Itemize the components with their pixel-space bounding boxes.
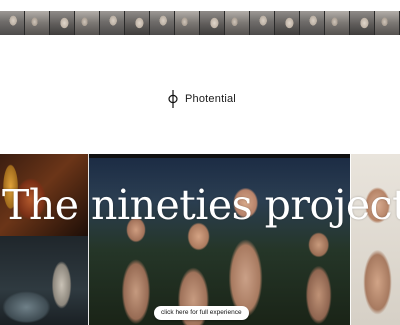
- filmstrip-thumbnail: [150, 11, 175, 35]
- filmstrip-thumbnail: [300, 11, 325, 35]
- collage-divider: [88, 154, 89, 325]
- filmstrip-thumbnail: [225, 11, 250, 35]
- collage-divider: [350, 154, 351, 325]
- phi-icon: [168, 90, 178, 108]
- page: Photential The nineties project click he…: [0, 0, 400, 325]
- filmstrip-thumbnail: [325, 11, 350, 35]
- filmstrip-thumbnail: [100, 11, 125, 35]
- filmstrip-thumbnail: [375, 11, 400, 35]
- filmstrip-thumbnail: [25, 11, 50, 35]
- hero-headline: The nineties project: [2, 181, 400, 229]
- thumbnail-filmstrip: [0, 11, 400, 35]
- filmstrip-thumbnail: [0, 11, 25, 35]
- filmstrip-thumbnail: [75, 11, 100, 35]
- photo-collage: [0, 154, 400, 325]
- filmstrip-thumbnail: [200, 11, 225, 35]
- brand-name: Photential: [185, 93, 236, 105]
- brand-logo[interactable]: Photential: [167, 90, 236, 108]
- filmstrip-thumbnail: [350, 11, 375, 35]
- filmstrip-thumbnail: [275, 11, 300, 35]
- photo-portrait-right: [350, 154, 400, 325]
- photo-dancers: [0, 236, 88, 325]
- filmstrip-thumbnail: [50, 11, 75, 35]
- full-experience-button[interactable]: click here for full experience: [154, 306, 249, 320]
- filmstrip-thumbnail: [125, 11, 150, 35]
- filmstrip-thumbnail: [250, 11, 275, 35]
- filmstrip-thumbnail: [175, 11, 200, 35]
